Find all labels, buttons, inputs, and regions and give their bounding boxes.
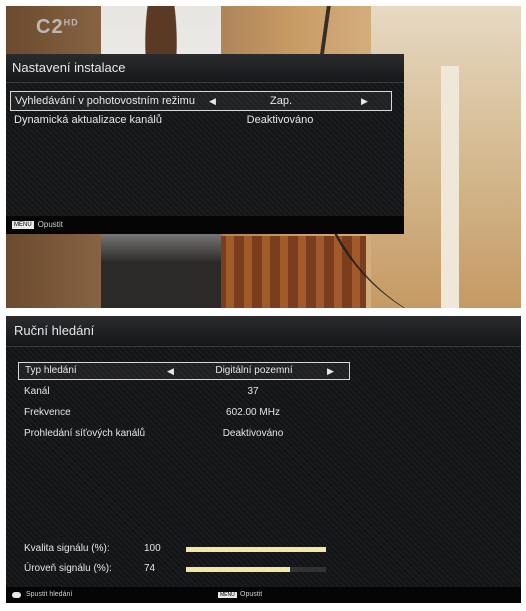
channel-logo-text: C2 [36, 16, 64, 38]
signal-label: Úroveň signálu (%): [24, 563, 112, 574]
menu-row-dynamic-update[interactable]: Dynamická aktualizace kanálů Deaktivován… [10, 111, 390, 129]
signal-quality: Kvalita signálu (%): 100 [24, 542, 344, 556]
row-value: 37 [247, 386, 259, 397]
menu-title: Nastavení instalace [6, 54, 404, 83]
row-label: Frekvence [24, 407, 71, 418]
installation-settings-menu: Nastavení instalace Vyhledávání v pohoto… [6, 54, 404, 234]
arrow-right-icon[interactable]: ▶ [361, 92, 368, 110]
menu-row-value: Deaktivováno [246, 114, 314, 126]
menu-footer: MENU Opustit [6, 216, 404, 234]
menu-row-label: Vyhledávání v pohotovostním režimu [15, 95, 195, 107]
ok-key-icon [12, 592, 21, 598]
menu-key-icon: MENU [218, 592, 237, 598]
arrow-left-icon[interactable]: ◀ [209, 92, 216, 110]
arrow-right-icon[interactable]: ▶ [327, 363, 334, 379]
signal-quality-fill [186, 547, 326, 552]
signal-label: Kvalita signálu (%): [24, 543, 110, 554]
footer-start-search[interactable]: Spustit hledání [26, 587, 72, 603]
signal-value: 74 [144, 563, 156, 574]
signal-value: 100 [144, 543, 161, 554]
signal-level: Úroveň signálu (%): 74 [24, 562, 344, 576]
row-label: Typ hledání [25, 365, 77, 376]
signal-level-bar [186, 567, 326, 572]
menu-title: Ruční hledání [6, 316, 521, 347]
footer-exit-label[interactable]: Opustit [240, 587, 262, 603]
signal-quality-bar [186, 547, 326, 552]
signal-level-fill [186, 567, 290, 572]
row-label: Prohledání síťových kanálů [24, 428, 146, 439]
menu-key-icon: MENU [12, 220, 34, 229]
menu-row-value: Zap. [269, 95, 292, 107]
channel-logo-hd: HD [63, 17, 79, 28]
menu-row-standby-search[interactable]: Vyhledávání v pohotovostním režimu ◀ Zap… [10, 91, 392, 111]
row-channel[interactable]: Kanál 37 [18, 384, 348, 400]
row-value: Deaktivováno [222, 428, 284, 439]
tv-screen-manual-search: Ruční hledání Typ hledání ◀ Digitální po… [6, 316, 521, 603]
tv-screen-installation-settings: C2HD Nastavení instalace Vyhledávání v p… [6, 6, 521, 308]
channel-logo: C2HD [36, 16, 79, 39]
footer-bar: Spustit hledání MENU Opustit [6, 587, 521, 603]
row-value: 602.00 MHz [226, 407, 280, 418]
row-value: Digitální pozemní [215, 365, 293, 376]
row-label: Kanál [24, 386, 50, 397]
footer-exit-label[interactable]: Opustit [38, 220, 63, 229]
arrow-left-icon[interactable]: ◀ [167, 363, 174, 379]
row-network-scan[interactable]: Prohledání síťových kanálů Deaktivováno [18, 426, 348, 442]
menu-row-label: Dynamická aktualizace kanálů [14, 114, 162, 126]
row-search-type[interactable]: Typ hledání ◀ Digitální pozemní ▶ [18, 362, 350, 380]
row-frequency[interactable]: Frekvence 602.00 MHz [18, 405, 348, 421]
